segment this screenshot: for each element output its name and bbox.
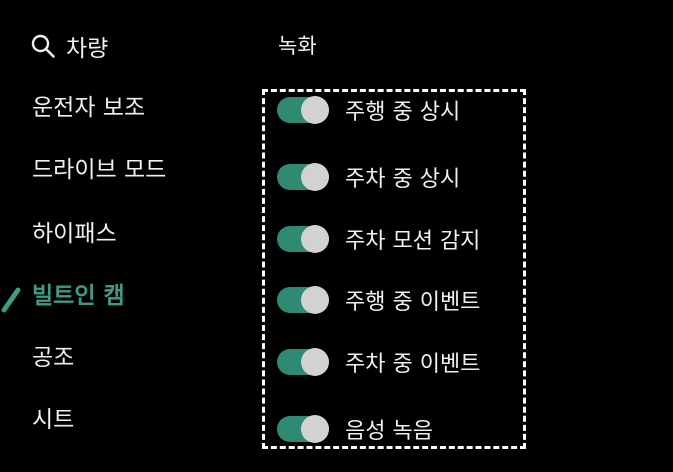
toggle-switch[interactable] (277, 163, 329, 191)
toggle-row-driving-continuous[interactable]: 주행 중 상시 (277, 92, 460, 128)
toggle-knob (301, 348, 329, 376)
search-icon (31, 34, 55, 58)
toggle-knob (301, 225, 329, 253)
section-title: 녹화 (278, 34, 317, 58)
sidebar-item-driver-assist[interactable]: 운전자 보조 (32, 90, 145, 126)
toggle-label: 주차 모션 감지 (345, 229, 481, 254)
toggle-row-parking-event[interactable]: 주차 중 이벤트 (277, 344, 480, 380)
toggle-row-voice-recording[interactable]: 음성 녹음 (277, 411, 433, 447)
active-indicator-icon (1, 287, 21, 313)
toggle-label: 주행 중 이벤트 (345, 290, 481, 315)
sidebar-item-seat[interactable]: 시트 (32, 402, 74, 438)
toggle-label: 주차 중 이벤트 (345, 352, 481, 377)
sidebar: 차량 운전자 보조 드라이브 모드 하이패스 빌트인 캠 공조 시트 (0, 0, 250, 472)
sidebar-item-hipass[interactable]: 하이패스 (32, 216, 117, 252)
toggle-switch[interactable] (277, 225, 329, 253)
toggle-knob (301, 96, 329, 124)
toggle-label: 주행 중 상시 (345, 100, 461, 125)
sidebar-item-climate[interactable]: 공조 (32, 340, 74, 376)
toggle-switch[interactable] (277, 286, 329, 314)
sidebar-item-builtin-cam[interactable]: 빌트인 캠 (32, 278, 125, 314)
toggle-switch[interactable] (277, 348, 329, 376)
toggle-row-driving-event[interactable]: 주행 중 이벤트 (277, 282, 480, 318)
toggle-switch[interactable] (277, 415, 329, 443)
search-label: 차량 (66, 36, 109, 62)
toggle-row-parking-continuous[interactable]: 주차 중 상시 (277, 159, 460, 195)
toggle-label: 음성 녹음 (345, 419, 433, 444)
search-button[interactable]: 차량 (30, 28, 108, 64)
toggle-switch[interactable] (277, 96, 329, 124)
focus-outline (262, 89, 526, 449)
sidebar-item-drive-mode[interactable]: 드라이브 모드 (32, 152, 166, 188)
toggle-knob (301, 286, 329, 314)
toggle-label: 주차 중 상시 (345, 167, 461, 192)
toggle-knob (301, 163, 329, 191)
toggle-knob (301, 415, 329, 443)
toggle-row-parking-motion[interactable]: 주차 모션 감지 (277, 221, 480, 257)
